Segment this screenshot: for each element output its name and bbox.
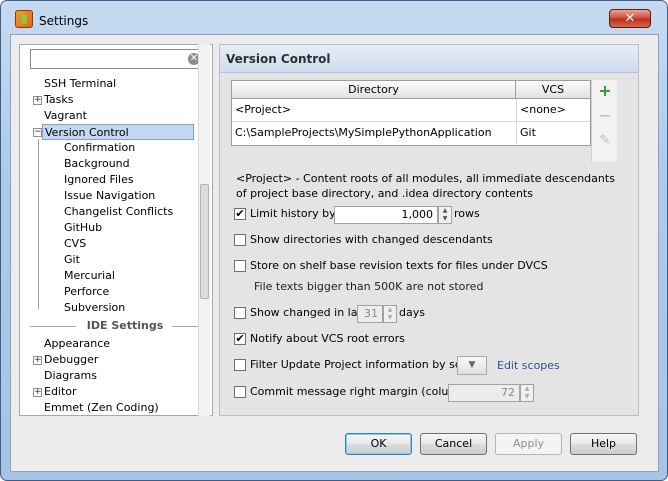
show-directories-checkbox[interactable] [234,234,246,246]
column-header-vcs[interactable]: VCS [516,81,590,99]
editor-expand-icon[interactable]: + [33,388,42,397]
filter-update-label: Filter Update Project information by sco… [250,358,482,371]
table-cell-vcs[interactable]: Git [516,122,590,144]
limit-history-checkbox[interactable]: ✔ [234,208,246,220]
column-header-directory[interactable]: Directory [232,81,516,99]
notify-vcs-root-label: Notify about VCS root errors [250,332,405,345]
show-changed-unit: days [399,306,425,319]
vcs-mappings-table: Directory VCS <Project> <none> C:\Sample… [231,80,591,146]
title-bar: Settings ✕ [1,1,667,33]
help-button[interactable]: Help [570,433,637,455]
tree-item-emmet[interactable]: Emmet (Zen Coding) [44,400,159,416]
limit-history-spinner[interactable]: ▲ ▼ [438,206,452,224]
tree-item-appearance[interactable]: Appearance [44,336,110,352]
ide-settings-header: IDE Settings [30,319,204,333]
arrow-up-icon[interactable]: ▲ [384,306,396,314]
store-shelf-checkbox[interactable] [234,260,246,272]
tree-item-ignored-files[interactable]: Ignored Files [64,172,134,188]
ide-header-rule-left [30,326,76,327]
ide-settings-label: IDE Settings [86,319,164,332]
remove-mapping-icon[interactable]: − [596,107,614,125]
arrow-up-icon[interactable]: ▲ [439,207,451,215]
window-title: Settings [39,14,89,28]
show-changed-days-field[interactable]: 31 [357,305,383,323]
table-cell-directory[interactable]: <Project> [232,99,516,121]
tree-item-editor[interactable]: Editor [44,384,77,400]
table-action-bar: + − ✎ [591,80,617,162]
tree-item-mercurial[interactable]: Mercurial [64,268,115,284]
limit-history-field[interactable]: 1,000 [334,206,438,224]
arrow-up-icon[interactable]: ▲ [521,385,533,393]
pycharm-app-icon [15,10,33,28]
tree-item-vagrant[interactable]: Vagrant [44,108,87,124]
tree-item-background[interactable]: Background [64,156,130,172]
tree-scrollbar[interactable] [198,44,210,416]
tree-connector-line [38,139,39,309]
tree-item-perforce[interactable]: Perforce [64,284,109,300]
limit-history-unit: rows [454,207,480,220]
show-changed-spinner[interactable]: ▲ ▼ [383,305,397,323]
tree-item-ssh-terminal[interactable]: SSH Terminal [44,76,116,92]
store-shelf-note: File texts bigger than 500K are not stor… [254,280,484,293]
settings-search-input[interactable]: ✕ [30,49,204,69]
scope-dropdown[interactable]: ▼ [457,356,487,375]
tree-item-git[interactable]: Git [64,252,80,268]
tree-item-cvs[interactable]: CVS [64,236,86,252]
edit-scopes-link[interactable]: Edit scopes [497,359,560,372]
tree-item-subversion[interactable]: Subversion [64,300,125,316]
tree-scrollbar-thumb[interactable] [200,184,209,299]
tree-item-version-control[interactable]: Version Control [42,124,194,140]
limit-history-label: Limit history by: [250,207,339,220]
arrow-down-icon[interactable]: ▼ [384,314,396,322]
tree-item-changelist-conflicts[interactable]: Changelist Conflicts [64,204,173,220]
filter-update-checkbox[interactable] [234,359,246,371]
project-description-text: <Project> - Content roots of all modules… [236,172,615,200]
debugger-expand-icon[interactable]: + [33,356,42,365]
version-control-collapse-icon[interactable]: − [33,128,42,137]
tree-item-diagrams[interactable]: Diagrams [44,368,97,384]
close-window-button[interactable]: ✕ [609,9,651,28]
tree-item-github[interactable]: GitHub [64,220,102,236]
show-changed-checkbox[interactable] [234,307,246,319]
commit-margin-field[interactable]: 72 [448,384,520,402]
add-mapping-icon[interactable]: + [596,82,614,100]
show-changed-label: Show changed in last [250,306,368,319]
show-directories-label: Show directories with changed descendant… [250,233,493,246]
edit-mapping-icon[interactable]: ✎ [596,132,614,150]
notify-vcs-root-checkbox[interactable]: ✔ [234,333,246,345]
panel-title: Version Control [226,52,331,66]
apply-button[interactable]: Apply [495,433,562,455]
commit-margin-checkbox[interactable] [234,386,246,398]
cancel-button[interactable]: Cancel [420,433,487,455]
tree-item-issue-navigation[interactable]: Issue Navigation [64,188,155,204]
tree-item-tasks[interactable]: Tasks [44,92,73,108]
arrow-down-icon[interactable]: ▼ [521,393,533,401]
store-shelf-label: Store on shelf base revision texts for f… [250,259,548,272]
tree-item-debugger[interactable]: Debugger [44,352,98,368]
table-cell-directory[interactable]: C:\SampleProjects\MySimplePythonApplicat… [232,122,516,144]
commit-margin-label: Commit message right margin (columns): [250,385,480,398]
ok-button[interactable]: OK [345,433,412,455]
table-cell-vcs[interactable]: <none> [516,99,590,121]
arrow-down-icon[interactable]: ▼ [439,215,451,223]
panel-header: Version Control [220,45,638,73]
commit-margin-spinner[interactable]: ▲ ▼ [520,384,534,402]
tree-item-confirmation[interactable]: Confirmation [64,140,135,156]
settings-tree-panel: ✕ SSH Terminal + Tasks Vagrant − Version… [19,44,213,416]
tasks-expand-icon[interactable]: + [33,96,42,105]
